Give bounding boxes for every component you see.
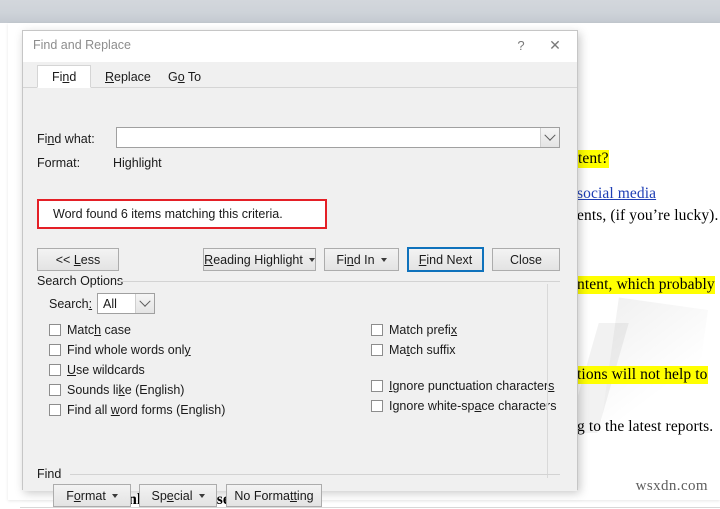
result-message-box: Word found 6 items matching this criteri…	[37, 199, 327, 229]
site-watermark: wsxdn.com	[635, 478, 708, 494]
dialog-body: Find Replace Go To Find what: Format: Hi…	[23, 62, 577, 507]
close-icon[interactable]: ✕	[541, 31, 569, 60]
search-options-legend: Search Options	[37, 274, 129, 288]
search-direction-label: Search:	[49, 297, 93, 311]
checkbox-sounds-like[interactable]: Sounds like (English)	[49, 383, 184, 397]
close-button[interactable]: Close	[492, 248, 560, 271]
checkbox-box[interactable]	[49, 364, 61, 376]
checkbox-ignore-white-space-characters[interactable]: Ignore white-space characters	[371, 399, 556, 413]
document-text-line: ents, (if you’re lucky).	[577, 207, 719, 224]
dialog-titlebar[interactable]: Find and Replace ? ✕	[23, 31, 577, 62]
checkbox-match-case[interactable]: Match case	[49, 323, 131, 337]
checkbox-box[interactable]	[371, 324, 383, 336]
find-what-label: Find what:	[37, 132, 95, 146]
document-text-line: ntent, which probably	[577, 276, 715, 294]
find-next-button[interactable]: Find Next	[407, 247, 484, 272]
format-label: Format:	[37, 156, 81, 170]
checkbox-use-wildcards[interactable]: Use wildcards	[49, 363, 145, 377]
checkbox-label: Match case	[67, 323, 131, 337]
chevron-down-icon[interactable]	[135, 294, 154, 313]
format-button[interactable]: Format	[53, 484, 131, 507]
panel-divider	[547, 284, 548, 478]
tab-find[interactable]: Find	[37, 65, 92, 88]
caret-down-icon	[380, 257, 387, 262]
reading-highlight-button[interactable]: Reading Highlight	[203, 248, 316, 271]
find-group-rule	[70, 474, 560, 475]
checkbox-box[interactable]	[49, 384, 61, 396]
checkbox-box[interactable]	[371, 344, 383, 356]
document-text-line: tions will not help to	[577, 366, 708, 384]
checkbox-ignore-punctuation-characters[interactable]: Ignore punctuation characters	[371, 379, 554, 393]
checkbox-label: Find all word forms (English)	[67, 403, 226, 417]
result-message-text: Word found 6 items matching this criteri…	[53, 207, 283, 221]
checkbox-box[interactable]	[371, 380, 383, 392]
checkbox-box[interactable]	[49, 324, 61, 336]
checkbox-box[interactable]	[49, 344, 61, 356]
tab-strip: Find Replace Go To	[23, 62, 577, 88]
window-chrome-band	[0, 0, 720, 23]
caret-down-icon	[111, 493, 118, 498]
find-in-button[interactable]: Find In	[324, 248, 399, 271]
help-icon[interactable]: ?	[507, 31, 535, 60]
checkbox-box[interactable]	[371, 400, 383, 412]
checkbox-label: Ignore white-space characters	[389, 399, 557, 413]
checkbox-box[interactable]	[49, 404, 61, 416]
checkbox-label: Find whole words only	[67, 343, 191, 357]
chevron-down-icon[interactable]	[540, 128, 559, 147]
search-direction-value: All	[103, 296, 117, 311]
checkbox-match-suffix[interactable]: Match suffix	[371, 343, 455, 357]
find-and-replace-dialog[interactable]: Find and Replace ? ✕ Find Replace Go To …	[22, 30, 578, 507]
search-options-rule	[118, 281, 560, 282]
checkbox-find-all-word-forms[interactable]: Find all word forms (English)	[49, 403, 225, 417]
checkbox-label: Match suffix	[389, 343, 456, 357]
checkbox-match-prefix[interactable]: Match prefix	[371, 323, 457, 337]
document-text-line: tent?	[578, 150, 609, 168]
checkbox-label: Use wildcards	[67, 363, 145, 377]
find-what-combobox[interactable]	[116, 127, 560, 148]
checkbox-label: Ignore punctuation characters	[389, 379, 555, 393]
caret-down-icon	[198, 493, 205, 498]
dialog-title: Find and Replace	[33, 38, 131, 52]
search-direction-select[interactable]: All	[97, 293, 155, 314]
find-group-legend: Find	[37, 467, 67, 481]
less-button[interactable]: << Less	[37, 248, 119, 271]
checkbox-find-whole-words-only[interactable]: Find whole words only	[49, 343, 191, 357]
document-text-line: g to the latest reports.	[577, 418, 714, 435]
document-hyperlink[interactable]: social media	[577, 185, 656, 203]
no-formatting-button[interactable]: No Formatting	[226, 484, 322, 507]
format-value: Highlight	[113, 156, 162, 170]
find-what-input[interactable]	[117, 128, 540, 147]
caret-down-icon	[308, 257, 315, 262]
special-button[interactable]: Special	[139, 484, 217, 507]
checkbox-label: Sounds like (English)	[67, 383, 185, 397]
tab-go-to[interactable]: Go To	[154, 66, 215, 88]
checkbox-label: Match prefix	[389, 323, 458, 337]
